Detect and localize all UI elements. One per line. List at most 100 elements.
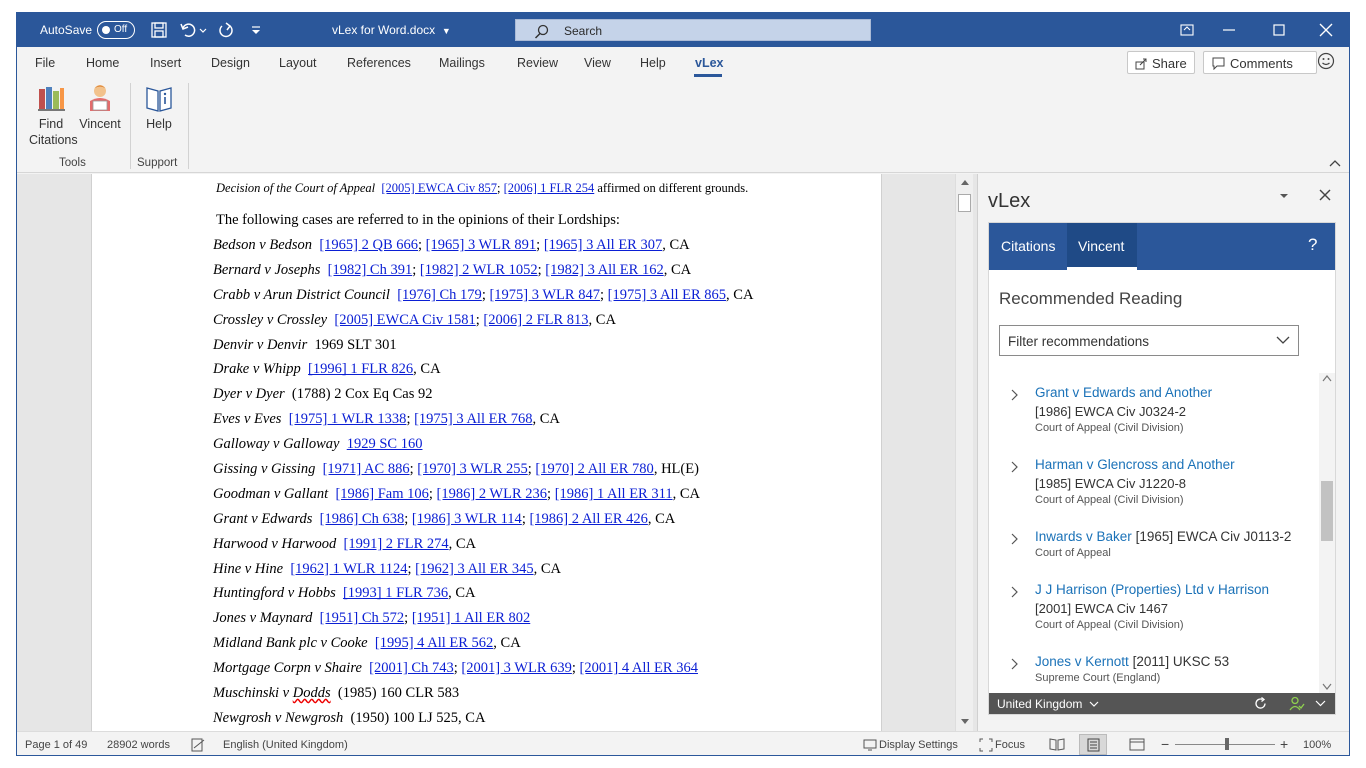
feedback-smiley-icon[interactable]: [1317, 52, 1335, 70]
citation-link[interactable]: [1982] 3 All ER 162: [545, 262, 663, 278]
zoom-out-icon[interactable]: −: [1161, 736, 1169, 752]
save-icon[interactable]: [150, 21, 168, 39]
find-citations-button[interactable]: Find Citations: [29, 83, 78, 148]
case-title-link[interactable]: Jones v Kernott [2011] UKSC 53: [1035, 654, 1229, 669]
citation-link[interactable]: [2001] 3 WLR 639: [461, 660, 572, 676]
citation-link[interactable]: [1965] 3 All ER 307: [544, 237, 662, 253]
chevron-right-icon[interactable]: [1011, 658, 1019, 670]
document-scrollbar[interactable]: [955, 174, 973, 731]
undo-icon[interactable]: [179, 21, 197, 39]
spelling-flag[interactable]: Dodds: [293, 685, 331, 701]
autosave-toggle[interactable]: Off: [97, 21, 135, 39]
citation-link[interactable]: [1975] 3 All ER 865: [608, 287, 726, 303]
tab-help[interactable]: Help: [640, 56, 666, 70]
pane-options-icon[interactable]: [1279, 192, 1289, 200]
zoom-slider-thumb[interactable]: [1225, 738, 1229, 750]
chevron-right-icon[interactable]: [1011, 586, 1019, 598]
close-pane-icon[interactable]: [1318, 188, 1332, 202]
refresh-icon[interactable]: [1253, 696, 1268, 711]
citation-link[interactable]: [1986] Fam 106: [335, 486, 428, 502]
web-layout-icon[interactable]: [1129, 737, 1145, 752]
zoom-in-icon[interactable]: +: [1280, 736, 1288, 752]
chevron-right-icon[interactable]: [1011, 389, 1019, 401]
tab-vlex[interactable]: vLex: [695, 56, 724, 70]
read-mode-icon[interactable]: [1049, 737, 1065, 752]
citation-link[interactable]: [1962] 3 All ER 345: [415, 561, 533, 577]
scrollbar-thumb[interactable]: [958, 194, 971, 212]
maximize-icon[interactable]: [1267, 19, 1291, 41]
share-button[interactable]: Share: [1127, 51, 1195, 74]
country-selector[interactable]: United Kingdom: [997, 697, 1099, 711]
scroll-up-icon[interactable]: [960, 178, 970, 186]
case-title-link[interactable]: Grant v Edwards and Another: [1035, 385, 1212, 400]
scroll-up-icon[interactable]: [1322, 375, 1332, 382]
citation-link[interactable]: [1986] Ch 638: [320, 511, 405, 527]
undo-dropdown-icon[interactable]: [198, 21, 208, 39]
chevron-right-icon[interactable]: [1011, 533, 1019, 545]
citation-link[interactable]: [1991] 2 FLR 274: [344, 536, 449, 552]
citation-link[interactable]: [1951] 1 All ER 802: [412, 610, 530, 626]
document-page[interactable]: Decision of the Court of Appeal [2005] E…: [91, 174, 882, 731]
minimize-icon[interactable]: [1217, 19, 1241, 41]
ribbon-display-icon[interactable]: [1175, 19, 1199, 41]
customize-toolbar-icon[interactable]: [247, 21, 265, 39]
citation-link[interactable]: [1975] 1 WLR 1338: [289, 411, 407, 427]
citation-link[interactable]: [2005] EWCA Civ 1581: [334, 312, 475, 328]
help-question-icon[interactable]: ?: [1308, 235, 1317, 255]
citation-link[interactable]: [2006] 1 FLR 254: [504, 181, 595, 195]
tab-citations[interactable]: Citations: [989, 223, 1067, 270]
redo-icon[interactable]: [217, 21, 235, 39]
citation-link[interactable]: [2001] 4 All ER 364: [580, 660, 698, 676]
tab-home[interactable]: Home: [86, 56, 119, 70]
print-layout-button[interactable]: [1079, 734, 1107, 755]
citation-link[interactable]: [1993] 1 FLR 736: [343, 585, 448, 601]
document-title[interactable]: vLex for Word.docx ▼: [332, 23, 451, 37]
citation-link[interactable]: [1975] 3 All ER 768: [414, 411, 532, 427]
tab-view[interactable]: View: [584, 56, 611, 70]
tab-review[interactable]: Review: [517, 56, 558, 70]
tab-layout[interactable]: Layout: [279, 56, 317, 70]
tab-file[interactable]: File: [35, 56, 55, 70]
close-window-icon[interactable]: [1314, 19, 1338, 41]
language-indicator[interactable]: English (United Kingdom): [223, 739, 348, 751]
proofing-icon[interactable]: [191, 738, 205, 752]
chevron-down-icon[interactable]: [1315, 700, 1326, 707]
citation-link[interactable]: [1970] 3 WLR 255: [417, 461, 528, 477]
scroll-down-icon[interactable]: [960, 718, 970, 726]
filter-recommendations-dropdown[interactable]: Filter recommendations: [999, 325, 1299, 356]
citation-link[interactable]: [1951] Ch 572: [320, 610, 405, 626]
citation-link[interactable]: [1986] 2 WLR 236: [437, 486, 548, 502]
tab-design[interactable]: Design: [211, 56, 250, 70]
citation-link[interactable]: [1965] 3 WLR 891: [426, 237, 537, 253]
citation-link[interactable]: [2005] EWCA Civ 857: [381, 181, 497, 195]
word-count[interactable]: 28902 words: [107, 739, 170, 751]
case-title-link[interactable]: Inwards v Baker [1965] EWCA Civ J0113-2: [1035, 529, 1291, 544]
user-account-icon[interactable]: [1289, 696, 1305, 711]
tab-vincent[interactable]: Vincent: [1067, 223, 1137, 270]
citation-link[interactable]: [1971] AC 886: [323, 461, 410, 477]
citation-link[interactable]: [1995] 4 All ER 562: [375, 635, 493, 651]
scrollbar-thumb[interactable]: [1321, 481, 1333, 541]
citation-link[interactable]: [1986] 1 All ER 311: [555, 486, 673, 502]
search-box[interactable]: Search: [515, 19, 871, 41]
case-title-link[interactable]: Harman v Glencross and Another: [1035, 457, 1235, 472]
citation-link[interactable]: [1996] 1 FLR 826: [308, 361, 413, 377]
citation-link[interactable]: [1962] 1 WLR 1124: [290, 561, 407, 577]
tab-mailings[interactable]: Mailings: [439, 56, 485, 70]
citation-link[interactable]: [1986] 2 All ER 426: [529, 511, 647, 527]
help-button[interactable]: Help: [141, 83, 177, 132]
tab-insert[interactable]: Insert: [150, 56, 181, 70]
citation-link[interactable]: [1976] Ch 179: [397, 287, 482, 303]
vincent-button[interactable]: Vincent: [77, 83, 123, 132]
citation-link[interactable]: [1982] Ch 391: [328, 262, 413, 278]
citation-link[interactable]: [2006] 2 FLR 813: [483, 312, 588, 328]
zoom-level[interactable]: 100%: [1303, 739, 1331, 751]
citation-link[interactable]: [1982] 2 WLR 1052: [420, 262, 538, 278]
tab-references[interactable]: References: [347, 56, 411, 70]
scroll-down-icon[interactable]: [1322, 683, 1332, 690]
chevron-right-icon[interactable]: [1011, 461, 1019, 473]
focus-button[interactable]: Focus: [995, 739, 1025, 751]
case-title-link[interactable]: J J Harrison (Properties) Ltd v Harrison: [1035, 582, 1269, 597]
recommendation-scrollbar[interactable]: [1319, 373, 1335, 693]
citation-link[interactable]: [1975] 3 WLR 847: [489, 287, 600, 303]
